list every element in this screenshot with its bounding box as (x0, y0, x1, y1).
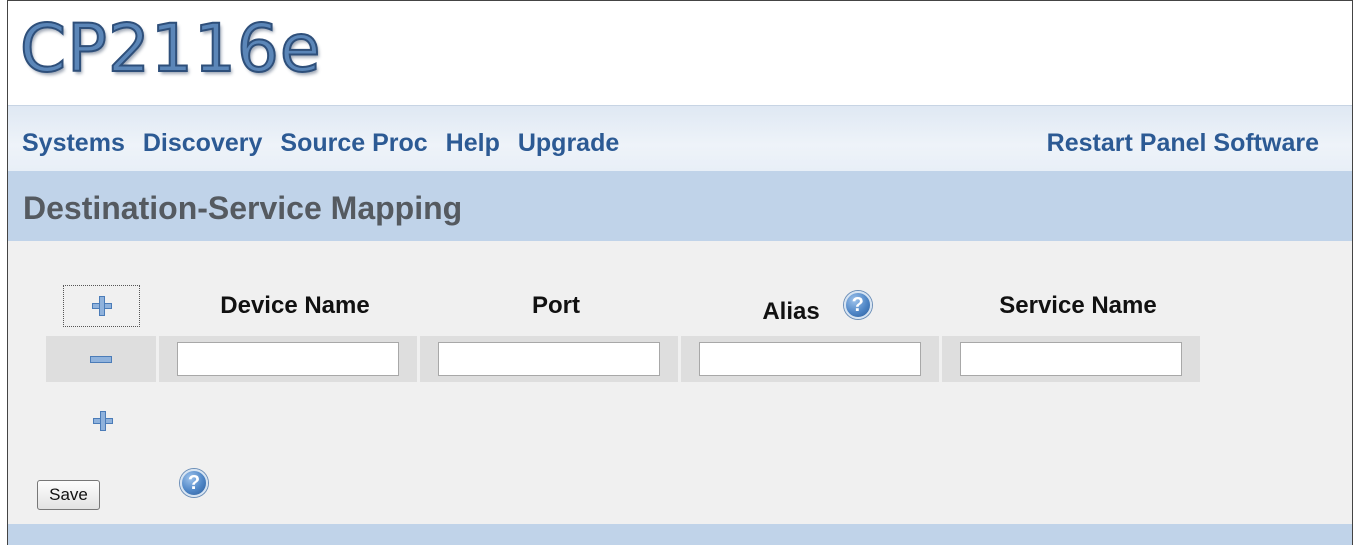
nav-link-upgrade[interactable]: Upgrade (518, 128, 619, 158)
column-header-alias-label: Alias (762, 298, 820, 325)
nav-link-source-proc[interactable]: Source Proc (280, 128, 427, 158)
nav-link-discovery[interactable]: Discovery (143, 128, 263, 158)
app-frame: CP2116e Systems Discovery Source Proc He… (7, 0, 1353, 545)
nav-bar: Systems Discovery Source Proc Help Upgra… (8, 105, 1352, 171)
restart-panel-software-link[interactable]: Restart Panel Software (1047, 128, 1319, 158)
column-header-port: Port (532, 292, 580, 319)
save-help-icon[interactable]: ? (180, 469, 208, 497)
title-bar: Destination-Service Mapping (8, 171, 1352, 241)
footer-bar (8, 524, 1352, 545)
table-row (46, 336, 1206, 382)
app-logo: CP2116e (19, 9, 322, 88)
column-header-alias: Alias ? (688, 291, 946, 333)
device-name-input[interactable] (177, 342, 399, 376)
nav-link-systems[interactable]: Systems (22, 128, 125, 158)
alias-input[interactable] (699, 342, 921, 376)
plus-icon (93, 411, 113, 431)
nav-links: Systems Discovery Source Proc Help Upgra… (22, 128, 637, 158)
page-title: Destination-Service Mapping (23, 190, 463, 226)
remove-row-button[interactable] (46, 336, 156, 382)
port-input[interactable] (438, 342, 660, 376)
port-cell (420, 336, 678, 382)
save-button[interactable]: Save (37, 480, 100, 510)
mapping-panel: Device Name Port Alias ? Service Name Sa… (8, 241, 1352, 524)
column-header-device-name: Device Name (220, 292, 370, 319)
plus-icon (91, 296, 112, 316)
service-name-cell (942, 336, 1200, 382)
header: CP2116e (8, 1, 1352, 105)
add-row-bottom-button[interactable] (93, 411, 113, 431)
service-name-input[interactable] (960, 342, 1182, 376)
alias-help-icon[interactable]: ? (843, 291, 872, 319)
add-row-top-button[interactable] (63, 285, 140, 327)
device-name-cell (159, 336, 417, 382)
minus-icon (90, 355, 112, 363)
alias-cell (681, 336, 939, 382)
column-header-service-name: Service Name (999, 292, 1157, 319)
nav-link-help[interactable]: Help (446, 128, 500, 158)
